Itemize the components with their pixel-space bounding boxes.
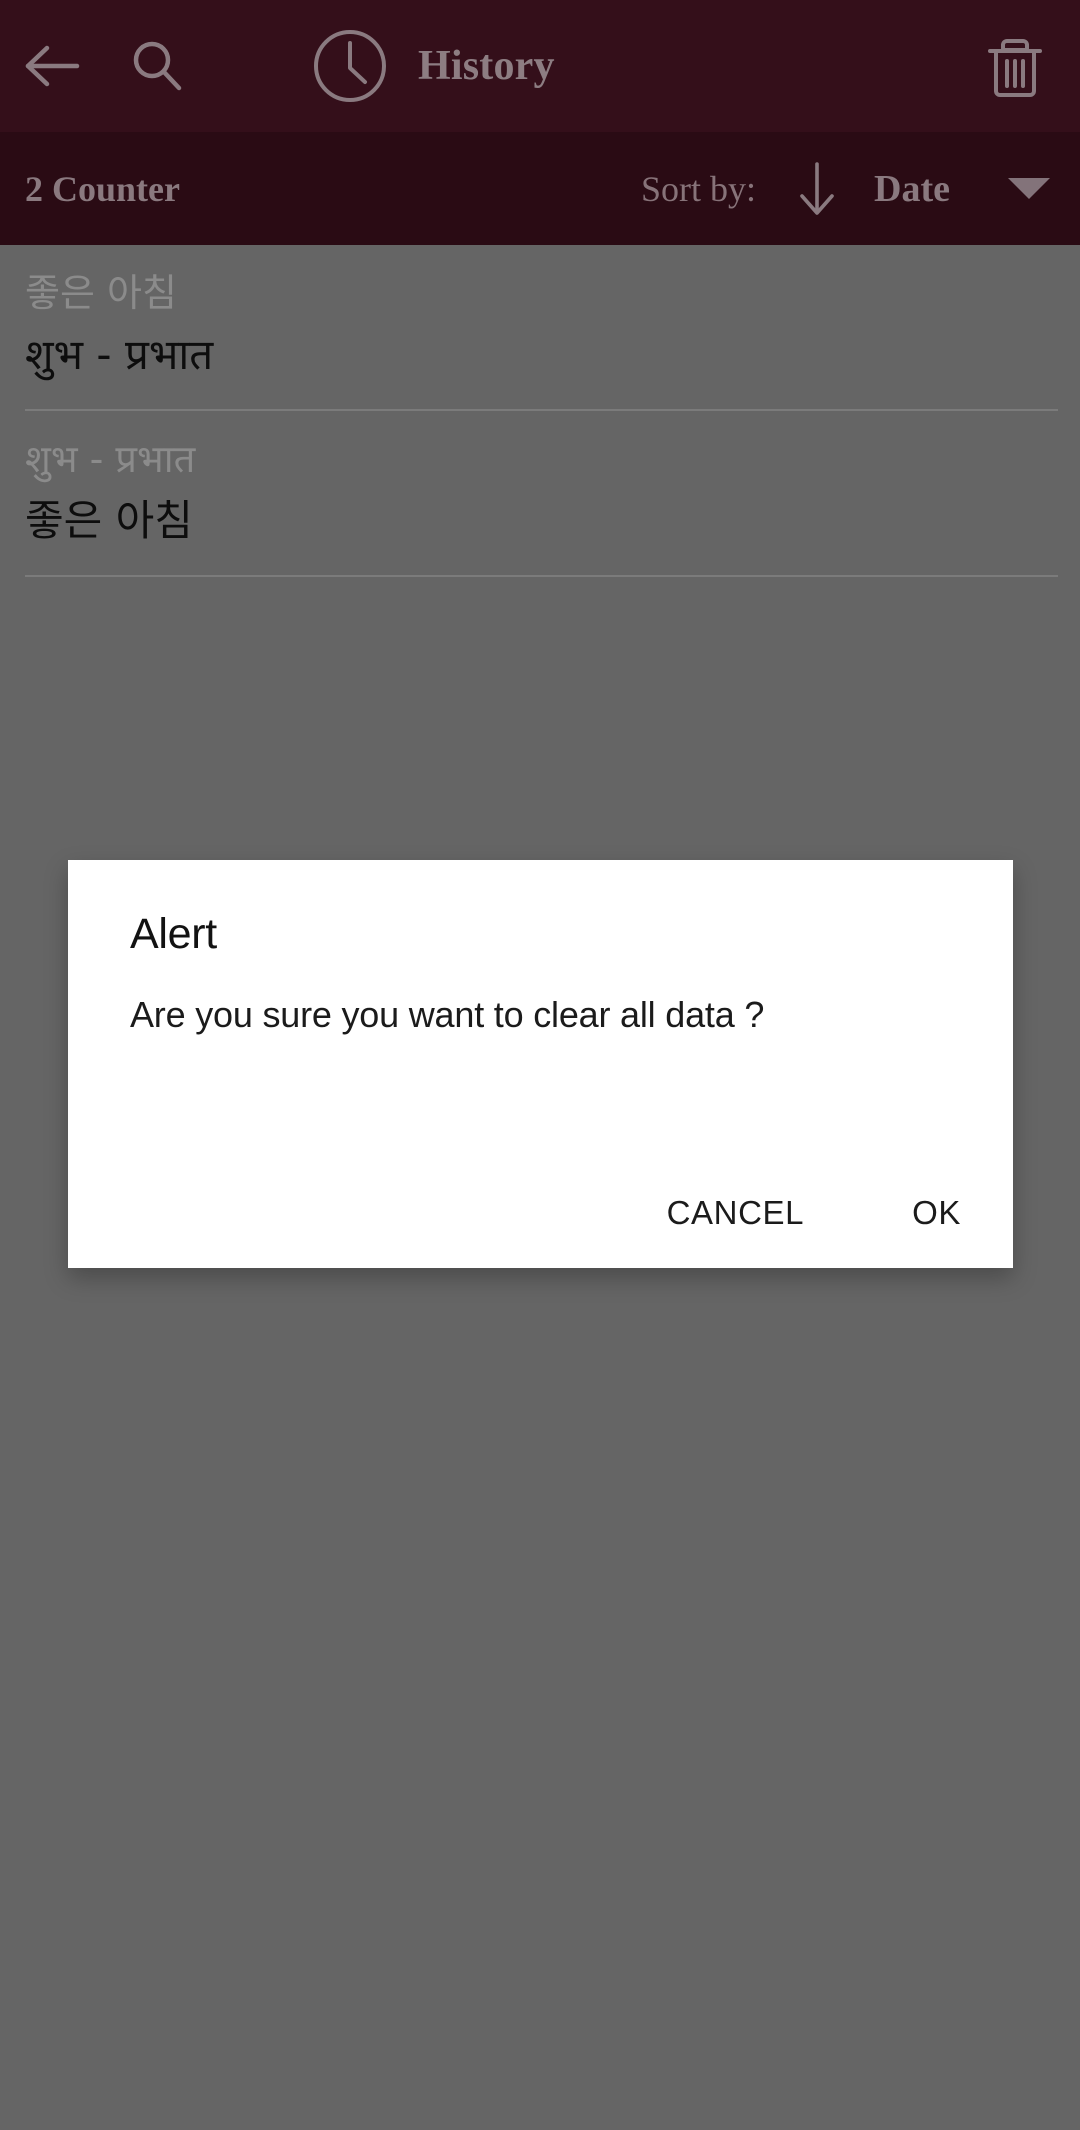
alert-dialog: Alert Are you sure you want to clear all…: [68, 860, 1013, 1268]
clear-all-button[interactable]: [970, 0, 1060, 132]
list-item[interactable]: 좋은 아침 शुभ - प्रभात: [0, 245, 1080, 411]
page-title: History: [418, 43, 555, 89]
trash-icon: [988, 39, 1042, 97]
sort-controls[interactable]: Sort by: Date: [641, 160, 1050, 218]
dialog-message: Are you sure you want to clear all data …: [130, 994, 765, 1035]
history-target-text: शुभ - प्रभात: [25, 330, 214, 379]
sub-bar: 2 Counter Sort by: Date: [0, 132, 1080, 245]
clock-icon: [314, 30, 386, 102]
app-screen: History 2 Counter Sort by: Date 좋은 아침 शु…: [0, 0, 1080, 2130]
history-source-text: 좋은 아침: [25, 271, 177, 315]
dialog-title: Alert: [130, 910, 217, 958]
arrow-down-icon[interactable]: [794, 160, 840, 218]
search-icon: [133, 41, 182, 91]
cancel-button[interactable]: CANCEL: [645, 1178, 826, 1248]
list-divider: [25, 575, 1058, 577]
sort-field-value[interactable]: Date: [874, 167, 950, 211]
search-button[interactable]: [114, 0, 200, 132]
sort-by-label: Sort by:: [641, 168, 757, 209]
app-bar-title-group: History: [310, 26, 970, 106]
history-target-text: 좋은 아침: [25, 496, 193, 545]
dialog-actions: CANCEL OK: [645, 1178, 983, 1248]
list-item[interactable]: शुभ - प्रभात 좋은 아침: [0, 411, 1080, 577]
back-button[interactable]: [10, 0, 96, 132]
ok-button[interactable]: OK: [890, 1178, 983, 1248]
history-source-text: शुभ - प्रभात: [25, 437, 196, 481]
arrow-left-icon: [25, 45, 80, 87]
chevron-down-icon[interactable]: [1008, 178, 1050, 199]
counter-label: 2 Counter: [25, 168, 180, 209]
app-bar: History: [0, 0, 1080, 132]
